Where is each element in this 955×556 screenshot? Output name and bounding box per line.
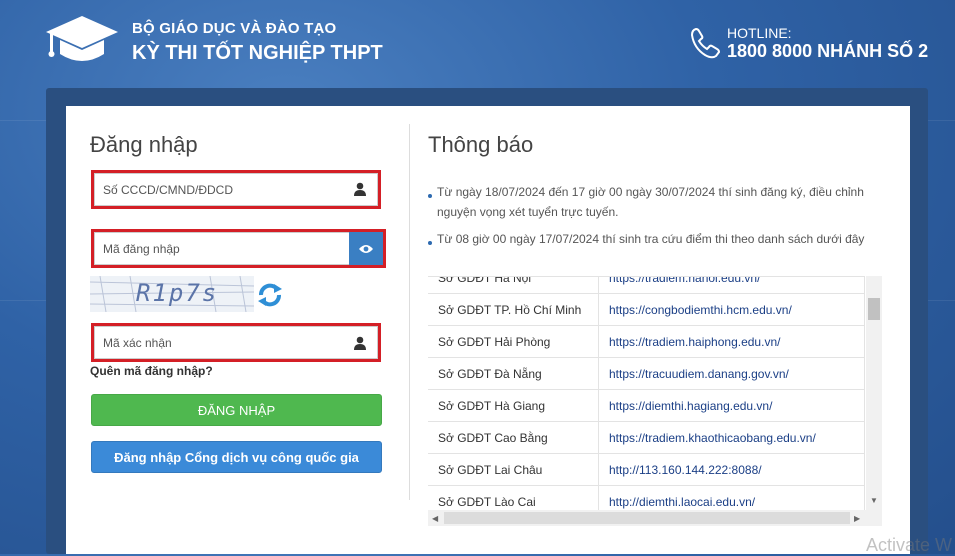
verification-code-input[interactable]: Mã xác nhận [94, 326, 378, 359]
scroll-down-arrow-icon[interactable]: ▼ [870, 496, 878, 505]
login-title: Đăng nhập [90, 132, 198, 157]
notice-title: Thông báo [428, 132, 534, 157]
table-row: Sở GDĐT Lào Cai http://diemthi.laocai.edu… [428, 485, 865, 511]
bullet-icon [428, 241, 432, 245]
table-row: Sở GDĐT Đà Nẵng https://tracuudiem.danang… [428, 357, 865, 390]
id-number-input[interactable]: Số CCCD/CMND/ĐDCD [94, 173, 378, 206]
horizontal-scroll-thumb[interactable] [444, 512, 850, 524]
captcha-text: R1p7s [136, 279, 219, 307]
department-name: Sở GDĐT Đà Nẵng [428, 357, 599, 390]
organization-name: BỘ GIÁO DỤC VÀ ĐÀO TẠO [132, 20, 337, 37]
site-header: BỘ GIÁO DỤC VÀ ĐÀO TẠO KỲ THI TỐT NGHIỆP… [0, 0, 955, 88]
table-row: Sở GDĐT Lai Châu http://113.160.144.222:8… [428, 453, 865, 486]
notice-text: Từ ngày 18/07/2024 đến 17 giờ 00 ngày 30… [437, 185, 864, 199]
notice-item-2: Từ 08 giờ 00 ngày 17/07/2024 thí sinh tr… [437, 232, 865, 246]
notice-item-1: Từ ngày 18/07/2024 đến 17 giờ 00 ngày 30… [437, 182, 867, 222]
gov-portal-login-button[interactable]: Đăng nhập Cổng dịch vụ công quốc gia [91, 441, 382, 473]
department-name: Sở GDĐT Hà Giang [428, 389, 599, 422]
vertical-scroll-thumb[interactable] [868, 298, 880, 320]
windows-activation-watermark: Activate W [866, 535, 953, 555]
user-icon [354, 182, 366, 196]
department-name: Sở GDĐT Hải Phòng [428, 325, 599, 358]
table-row: Sở GDĐT Hà Nội https://tradiem.hanoi.edu.… [428, 277, 865, 294]
lookup-link[interactable]: http://diemthi.laocai.edu.vn/ [598, 485, 865, 511]
graduation-cap-icon [46, 16, 118, 61]
hotline-number: 1800 8000 NHÁNH SỐ 2 [727, 41, 929, 61]
lookup-link[interactable]: https://diemthi.hagiang.edu.vn/ [598, 389, 865, 422]
table-row: Sở GDĐT Cao Bằng https://tradiem.khaothic… [428, 421, 865, 454]
department-name: Sở GDĐT TP. Hồ Chí Minh [428, 293, 599, 326]
department-name: Sở GDĐT Lào Cai [428, 485, 599, 511]
table-row: Sở GDĐT Hà Giang https://diemthi.hagiang.… [428, 389, 865, 422]
department-name: Sở GDĐT Hà Nội [428, 277, 599, 294]
exam-title: KỲ THI TỐT NGHIỆP THPT [132, 42, 383, 64]
login-code-input[interactable]: Mã đăng nhập [94, 232, 350, 265]
score-lookup-table: Sở GDĐT Hà Nội https://tradiem.hanoi.edu.… [428, 276, 865, 511]
refresh-captcha-icon[interactable] [256, 282, 284, 308]
show-password-button[interactable] [349, 232, 383, 265]
lookup-link[interactable]: http://113.160.144.222:8088/ [598, 453, 865, 486]
table-row: Sở GDĐT TP. Hồ Chí Minh https://congbodie… [428, 293, 865, 326]
bullet-icon [428, 194, 432, 198]
department-name: Sở GDĐT Lai Châu [428, 453, 599, 486]
captcha-image: R1p7s [89, 275, 255, 313]
scroll-right-arrow-icon[interactable]: ▶ [854, 514, 860, 523]
forgot-code-link[interactable]: Quên mã đăng nhập? [90, 364, 213, 378]
lookup-link[interactable]: https://tradiem.haiphong.edu.vn/ [598, 325, 865, 358]
lookup-link[interactable]: https://tradiem.hanoi.edu.vn/ [598, 277, 865, 294]
scroll-left-arrow-icon[interactable]: ◀ [432, 514, 438, 523]
hotline-label: HOTLINE: [727, 25, 792, 41]
table-row: Sở GDĐT Hải Phòng https://tradiem.haiphon… [428, 325, 865, 358]
login-button[interactable]: ĐĂNG NHẬP [91, 394, 382, 426]
department-name: Sở GDĐT Cao Bằng [428, 421, 599, 454]
lookup-link[interactable]: https://congbodiemthi.hcm.edu.vn/ [598, 293, 865, 326]
lookup-link[interactable]: https://tradiem.khaothicaobang.edu.vn/ [598, 421, 865, 454]
column-divider [409, 124, 410, 500]
user-icon [354, 336, 366, 350]
notice-text: nguyện vọng xét tuyển trực tuyến. [437, 205, 619, 219]
phone-icon [690, 27, 721, 59]
eye-icon [359, 244, 373, 253]
lookup-link[interactable]: https://tracuudiem.danang.gov.vn/ [598, 357, 865, 390]
